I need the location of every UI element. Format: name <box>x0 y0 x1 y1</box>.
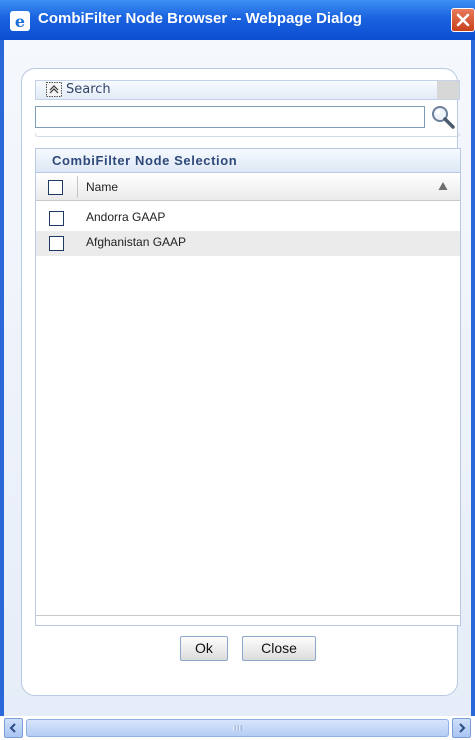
window-close-button[interactable] <box>451 8 475 32</box>
grid-footer <box>36 615 460 625</box>
svg-text:e: e <box>15 12 25 31</box>
search-input[interactable] <box>35 106 425 128</box>
ok-button[interactable]: Ok <box>180 636 228 661</box>
row-name: Andorra GAAP <box>86 210 166 224</box>
search-header-corner <box>437 81 459 99</box>
table-row[interactable]: Afghanistan GAAP <box>36 231 460 256</box>
search-section-footer <box>35 133 460 137</box>
collapse-icon[interactable] <box>46 82 62 97</box>
select-all-checkbox[interactable] <box>48 180 63 195</box>
node-selection-title: CombiFilter Node Selection <box>52 153 238 168</box>
column-divider <box>77 176 78 198</box>
close-button[interactable]: Close <box>242 636 316 661</box>
row-checkbox[interactable] <box>49 211 64 226</box>
close-icon <box>456 13 470 27</box>
magnifier-icon[interactable] <box>430 104 456 130</box>
scroll-left-icon <box>9 723 16 733</box>
window-title: CombiFilter Node Browser -- Webpage Dial… <box>38 10 362 27</box>
row-checkbox[interactable] <box>49 236 64 251</box>
scroll-right-button[interactable] <box>452 718 471 738</box>
row-name: Afghanistan GAAP <box>86 235 187 249</box>
search-section-label: Search <box>66 82 111 97</box>
scroll-left-button[interactable] <box>4 718 23 738</box>
grip-icon <box>233 725 242 731</box>
sort-ascending-icon[interactable] <box>438 181 448 191</box>
ie-icon: e <box>10 11 30 31</box>
table-row[interactable]: Andorra GAAP <box>36 206 460 231</box>
window-frame-right <box>471 40 475 740</box>
scroll-right-icon <box>459 723 466 733</box>
column-header-name[interactable]: Name <box>86 180 118 194</box>
